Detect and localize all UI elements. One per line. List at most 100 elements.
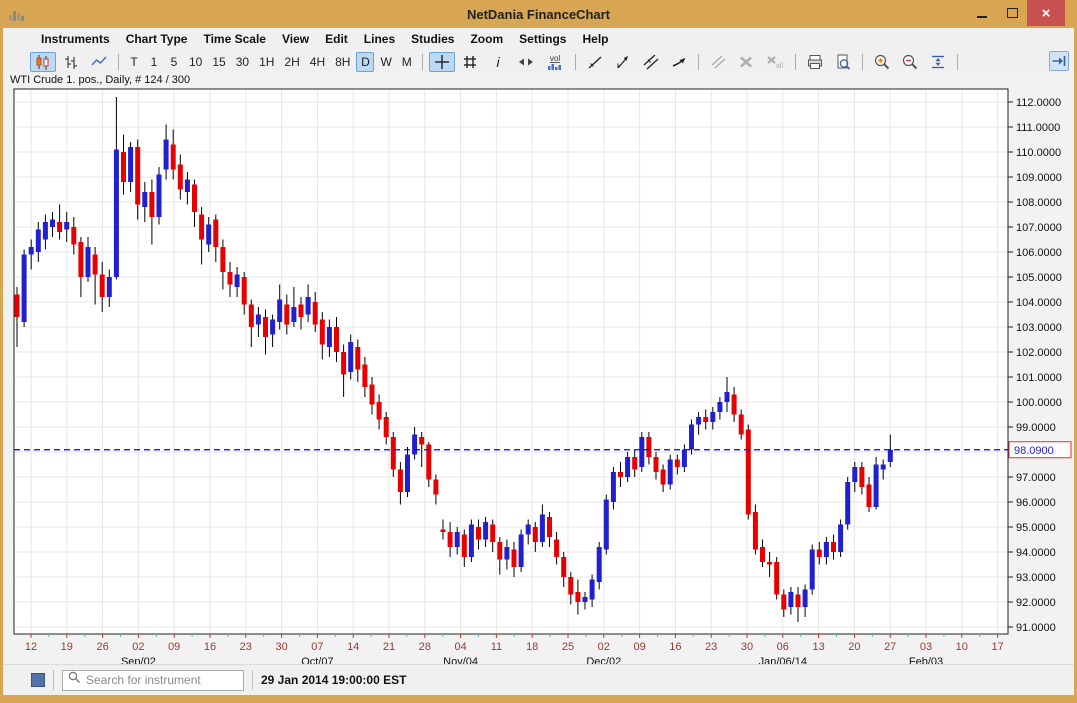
svg-text:16: 16: [204, 641, 216, 653]
menu-view[interactable]: View: [274, 30, 317, 48]
svg-text:109.0000: 109.0000: [1016, 172, 1062, 184]
search-icon: [67, 670, 82, 690]
svg-text:03: 03: [920, 641, 932, 653]
toolbar-collapse-pin-button[interactable]: [1049, 51, 1069, 71]
svg-text:vol: vol: [550, 54, 560, 63]
statusbar-separator: [252, 670, 253, 690]
svg-text:94.0000: 94.0000: [1016, 547, 1056, 559]
toolbar-timescale-10m[interactable]: 10: [185, 52, 206, 72]
toolbar-timescale-tick[interactable]: T: [125, 52, 143, 72]
toolbar-timescale-1h[interactable]: 1H: [255, 52, 278, 72]
svg-text:Sep/02: Sep/02: [121, 656, 156, 664]
svg-text:06: 06: [777, 641, 789, 653]
window-content: Instruments Chart Type Time Scale View Edit L…: [3, 28, 1074, 695]
toolbar-timescale-monthly[interactable]: M: [398, 52, 416, 72]
svg-text:28: 28: [419, 641, 431, 653]
toolbar-parallel-lines[interactable]: [638, 52, 664, 72]
svg-text:104.0000: 104.0000: [1016, 297, 1062, 309]
menu-time-scale[interactable]: Time Scale: [195, 30, 273, 48]
toolbar-timescale-15m[interactable]: 15: [208, 52, 229, 72]
menu-chart-type[interactable]: Chart Type: [118, 30, 196, 48]
toolbar-separator: [421, 53, 423, 70]
menu-edit[interactable]: Edit: [317, 30, 356, 48]
svg-text:19: 19: [61, 641, 73, 653]
menu-lines[interactable]: Lines: [356, 30, 403, 48]
svg-text:95.0000: 95.0000: [1016, 522, 1056, 534]
toolbar-separator: [118, 53, 119, 70]
current-price-tag: 98.0900: [1008, 441, 1072, 459]
svg-text:98.0900: 98.0900: [1014, 445, 1054, 457]
toolbar-crosshair[interactable]: [428, 51, 455, 72]
toolbar-timescale-5m[interactable]: 5: [165, 52, 183, 72]
svg-text:23: 23: [240, 641, 252, 653]
minimize-button[interactable]: [967, 0, 997, 26]
connection-status-icon: [31, 673, 45, 687]
svg-text:10: 10: [956, 641, 968, 653]
menu-zoom[interactable]: Zoom: [462, 30, 511, 48]
toolbar-grid[interactable]: [457, 52, 483, 72]
search-input[interactable]: [86, 673, 241, 687]
menu-studies[interactable]: Studies: [403, 30, 462, 48]
maximize-button[interactable]: [997, 0, 1027, 26]
close-button[interactable]: ×: [1027, 0, 1065, 26]
toolbar-timescale-weekly[interactable]: W: [376, 52, 395, 72]
toolbar-timescale-2h[interactable]: 2H: [280, 52, 303, 72]
svg-text:105.0000: 105.0000: [1016, 272, 1062, 284]
toolbar-scroll-horizontal[interactable]: [513, 52, 539, 72]
toolbar-line-chart[interactable]: [86, 52, 112, 72]
svg-text:103.0000: 103.0000: [1016, 322, 1062, 334]
toolbar-zoom-out[interactable]: [897, 52, 923, 72]
svg-text:09: 09: [633, 641, 645, 653]
instrument-label: WTI Crude 1. pos., Daily, # 124 / 300: [10, 74, 191, 86]
svg-text:all: all: [776, 63, 783, 70]
toolbar-draw-arrow[interactable]: [666, 52, 692, 72]
svg-text:108.0000: 108.0000: [1016, 197, 1062, 209]
toolbar-ohlc-bars[interactable]: [58, 52, 84, 72]
toolbar-timescale-1m[interactable]: 1: [145, 52, 163, 72]
toolbar-timescale-4h[interactable]: 4H: [306, 52, 329, 72]
svg-text:30: 30: [275, 641, 287, 653]
toolbar-separator: [956, 53, 958, 70]
toolbar-info[interactable]: i: [485, 52, 511, 72]
toolbar-timescale-daily[interactable]: D: [356, 51, 375, 72]
toolbar-delete-line[interactable]: [733, 52, 759, 72]
svg-text:100.0000: 100.0000: [1016, 397, 1062, 409]
toolbar-volume[interactable]: vol: [541, 52, 569, 72]
candlestick-chart-canvas[interactable]: 112.0000 111.0000 110.0000 109.0000 108.0000…: [3, 88, 1074, 664]
toolbar-trendline[interactable]: [582, 52, 608, 72]
toolbar-candlestick-chart[interactable]: [30, 51, 56, 72]
menu-instruments[interactable]: Instruments: [33, 30, 118, 48]
toolbar-print-preview[interactable]: [830, 52, 856, 72]
menu-help[interactable]: Help: [574, 30, 616, 48]
toolbar-timescale-30m[interactable]: 30: [232, 52, 253, 72]
svg-text:110.0000: 110.0000: [1016, 147, 1061, 159]
toolbar-separator: [861, 53, 863, 70]
title-bar[interactable]: NetDania FinanceChart ×: [0, 0, 1077, 28]
toolbar-separator: [794, 53, 796, 70]
svg-text:112.0000: 112.0000: [1016, 97, 1061, 109]
svg-text:Jan/06/14: Jan/06/14: [759, 656, 807, 664]
toolbar-zoom-in[interactable]: [869, 52, 895, 72]
toolbar-fit-vertical[interactable]: [925, 52, 951, 72]
status-bar: 29 Jan 2014 19:00:00 EST: [3, 664, 1074, 695]
search-instrument-box[interactable]: [62, 669, 244, 691]
svg-text:25: 25: [562, 641, 574, 653]
toolbar-print[interactable]: [802, 52, 828, 72]
toolbar-trendline-angle[interactable]: [610, 52, 636, 72]
toolbar-timescale-8h[interactable]: 8H: [331, 52, 354, 72]
toolbar-parallel-lines-disabled[interactable]: [705, 52, 731, 72]
svg-text:11: 11: [491, 641, 502, 653]
menu-settings[interactable]: Settings: [511, 30, 574, 48]
svg-text:107.0000: 107.0000: [1016, 222, 1062, 234]
svg-text:30: 30: [741, 641, 753, 653]
toolbar-delete-all-lines[interactable]: all: [761, 52, 789, 72]
svg-text:02: 02: [132, 641, 144, 653]
chart-timestamp: 29 Jan 2014 19:00:00 EST: [261, 673, 407, 687]
close-icon: ×: [1041, 4, 1051, 22]
minimize-icon: [977, 16, 987, 18]
svg-text:02: 02: [598, 641, 610, 653]
svg-text:Nov/04: Nov/04: [443, 656, 478, 664]
svg-text:09: 09: [168, 641, 180, 653]
svg-text:21: 21: [383, 641, 395, 653]
statusbar-separator: [53, 670, 54, 690]
